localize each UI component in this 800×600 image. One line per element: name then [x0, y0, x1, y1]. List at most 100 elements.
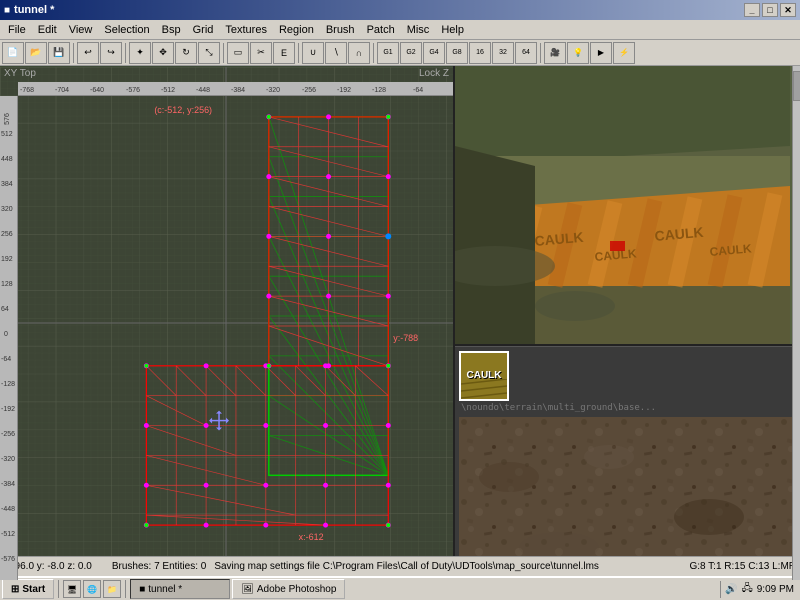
status-message: Saving map settings file C:\Program File…	[214, 561, 681, 572]
menu-file[interactable]: File	[2, 22, 32, 38]
tb-grid6[interactable]: 32	[492, 42, 514, 64]
svg-text:-704: -704	[55, 87, 69, 94]
start-icon: ⊞	[11, 584, 19, 595]
tb-entity[interactable]: E	[273, 42, 295, 64]
titlebar-controls: _ □ ✕	[744, 3, 796, 17]
tb-grid2[interactable]: G2	[400, 42, 422, 64]
tray-time: 9:09 PM	[757, 584, 794, 595]
svg-text:320: 320	[1, 206, 13, 213]
svg-text:-320: -320	[266, 87, 280, 94]
close-button[interactable]: ✕	[780, 3, 796, 17]
tb-csg-diff[interactable]: ∖	[325, 42, 347, 64]
svg-text:-64: -64	[1, 356, 11, 363]
tb-light[interactable]: 💡	[567, 42, 589, 64]
svg-text:-192: -192	[1, 406, 15, 413]
svg-text:-640: -640	[90, 87, 104, 94]
menu-view[interactable]: View	[63, 22, 99, 38]
menu-textures[interactable]: Textures	[219, 22, 273, 38]
svg-text:192: 192	[1, 256, 13, 263]
texture-list: CAULK	[455, 347, 800, 401]
taskbar-photoshop[interactable]: 🖼 Adobe Photoshop	[232, 579, 345, 599]
menu-grid[interactable]: Grid	[187, 22, 220, 38]
tray-network-icon: 🖧	[742, 581, 753, 598]
tb-camera[interactable]: 🎥	[544, 42, 566, 64]
menu-bsp[interactable]: Bsp	[156, 22, 187, 38]
tb-div4	[298, 43, 299, 63]
taskbar-tunnel-icon: ■	[139, 584, 145, 595]
tb-grid7[interactable]: 64	[515, 42, 537, 64]
svg-text:128: 128	[1, 281, 13, 288]
svg-text:-576: -576	[126, 87, 140, 94]
taskbar-ie[interactable]: 🌐	[83, 580, 101, 598]
tb-grid1[interactable]: G1	[377, 42, 399, 64]
svg-text:-512: -512	[1, 531, 15, 538]
svg-text:-192: -192	[337, 87, 351, 94]
tb-grid5[interactable]: 16	[469, 42, 491, 64]
svg-text:y:-788: y:-788	[393, 333, 418, 343]
status-brushes: Brushes: 7 Entities: 0	[112, 561, 207, 572]
tb-csg-union[interactable]: ∪	[302, 42, 324, 64]
menu-selection[interactable]: Selection	[98, 22, 155, 38]
tb-move[interactable]: ✥	[152, 42, 174, 64]
maximize-button[interactable]: □	[762, 3, 778, 17]
taskbar-tunnel[interactable]: ■ tunnel *	[130, 579, 230, 599]
menu-region[interactable]: Region	[273, 22, 320, 38]
svg-text:-448: -448	[1, 506, 15, 513]
viewport-3d-scene: CAULK CAULK CAULK CAULK	[455, 66, 790, 346]
ground-texture-area[interactable]	[459, 417, 796, 578]
svg-text:-576: -576	[1, 556, 15, 563]
svg-text:256: 256	[1, 231, 13, 238]
viewport-3d[interactable]: CAULK CAULK CAULK CAULK	[455, 66, 800, 346]
titlebar-left: ■ tunnel *	[4, 4, 54, 16]
menu-edit[interactable]: Edit	[32, 22, 63, 38]
tb-grid4[interactable]: G8	[446, 42, 468, 64]
taskbar-separator-2	[125, 580, 126, 598]
texture-path-label: \noundo\terrain\multi_ground\base...	[455, 401, 800, 415]
titlebar: ■ tunnel * _ □ ✕	[0, 0, 800, 20]
ruler-vertical: 576 512 448 384 320 256 192 128 64 0 -64…	[0, 96, 18, 580]
menu-misc[interactable]: Misc	[401, 22, 436, 38]
tb-scale[interactable]: ⤡	[198, 42, 220, 64]
tb-brush[interactable]: ▭	[227, 42, 249, 64]
start-button[interactable]: ⊞ Start	[2, 579, 54, 599]
svg-text:-384: -384	[1, 481, 15, 488]
system-tray: 🔊 🖧 9:09 PM	[720, 581, 798, 598]
tray-speaker-icon: 🔊	[725, 584, 737, 595]
ruler-h-svg: -768 -704 -640 -576 -512 -448 -384 -320 …	[18, 82, 453, 96]
tb-open[interactable]: 📂	[25, 42, 47, 64]
tb-run[interactable]: ⚡	[613, 42, 635, 64]
svg-text:(c:-512, y:256): (c:-512, y:256)	[154, 105, 212, 115]
right-panel: CAULK CAULK CAULK CAULK	[455, 66, 800, 580]
menu-brush[interactable]: Brush	[320, 22, 361, 38]
taskbar-separator-1	[58, 580, 59, 598]
svg-text:-128: -128	[372, 87, 386, 94]
menu-help[interactable]: Help	[435, 22, 470, 38]
window-icon: ■	[4, 5, 10, 16]
taskbar-show-desktop[interactable]: 🖥	[63, 580, 81, 598]
texture-item-caulk[interactable]: CAULK	[459, 351, 509, 401]
tb-save[interactable]: 💾	[48, 42, 70, 64]
svg-text:-64: -64	[413, 87, 423, 94]
viewport-2d[interactable]: XY Top Lock Z	[0, 66, 455, 580]
main-area: XY Top Lock Z	[0, 66, 800, 580]
tb-clip[interactable]: ✂	[250, 42, 272, 64]
tb-console[interactable]: ▶	[590, 42, 612, 64]
tb-select[interactable]: ✦	[129, 42, 151, 64]
tb-csg-intersect[interactable]: ∩	[348, 42, 370, 64]
tb-redo[interactable]: ↪	[100, 42, 122, 64]
taskbar-photoshop-icon: 🖼	[241, 584, 254, 595]
texture-panel: CAULK \noundo\terrain\multi_ground\ba	[455, 346, 800, 580]
taskbar-explorer[interactable]: 📁	[103, 580, 121, 598]
tb-div3	[223, 43, 224, 63]
tb-rotate[interactable]: ↻	[175, 42, 197, 64]
right-scrollbar[interactable]	[792, 66, 800, 580]
viewport-2d-label: XY Top	[4, 68, 36, 79]
menu-patch[interactable]: Patch	[361, 22, 401, 38]
svg-text:384: 384	[1, 181, 13, 188]
tb-grid3[interactable]: G4	[423, 42, 445, 64]
minimize-button[interactable]: _	[744, 3, 760, 17]
window-title: tunnel *	[14, 4, 54, 16]
svg-text:-256: -256	[302, 87, 316, 94]
tb-new[interactable]: 📄	[2, 42, 24, 64]
tb-undo[interactable]: ↩	[77, 42, 99, 64]
